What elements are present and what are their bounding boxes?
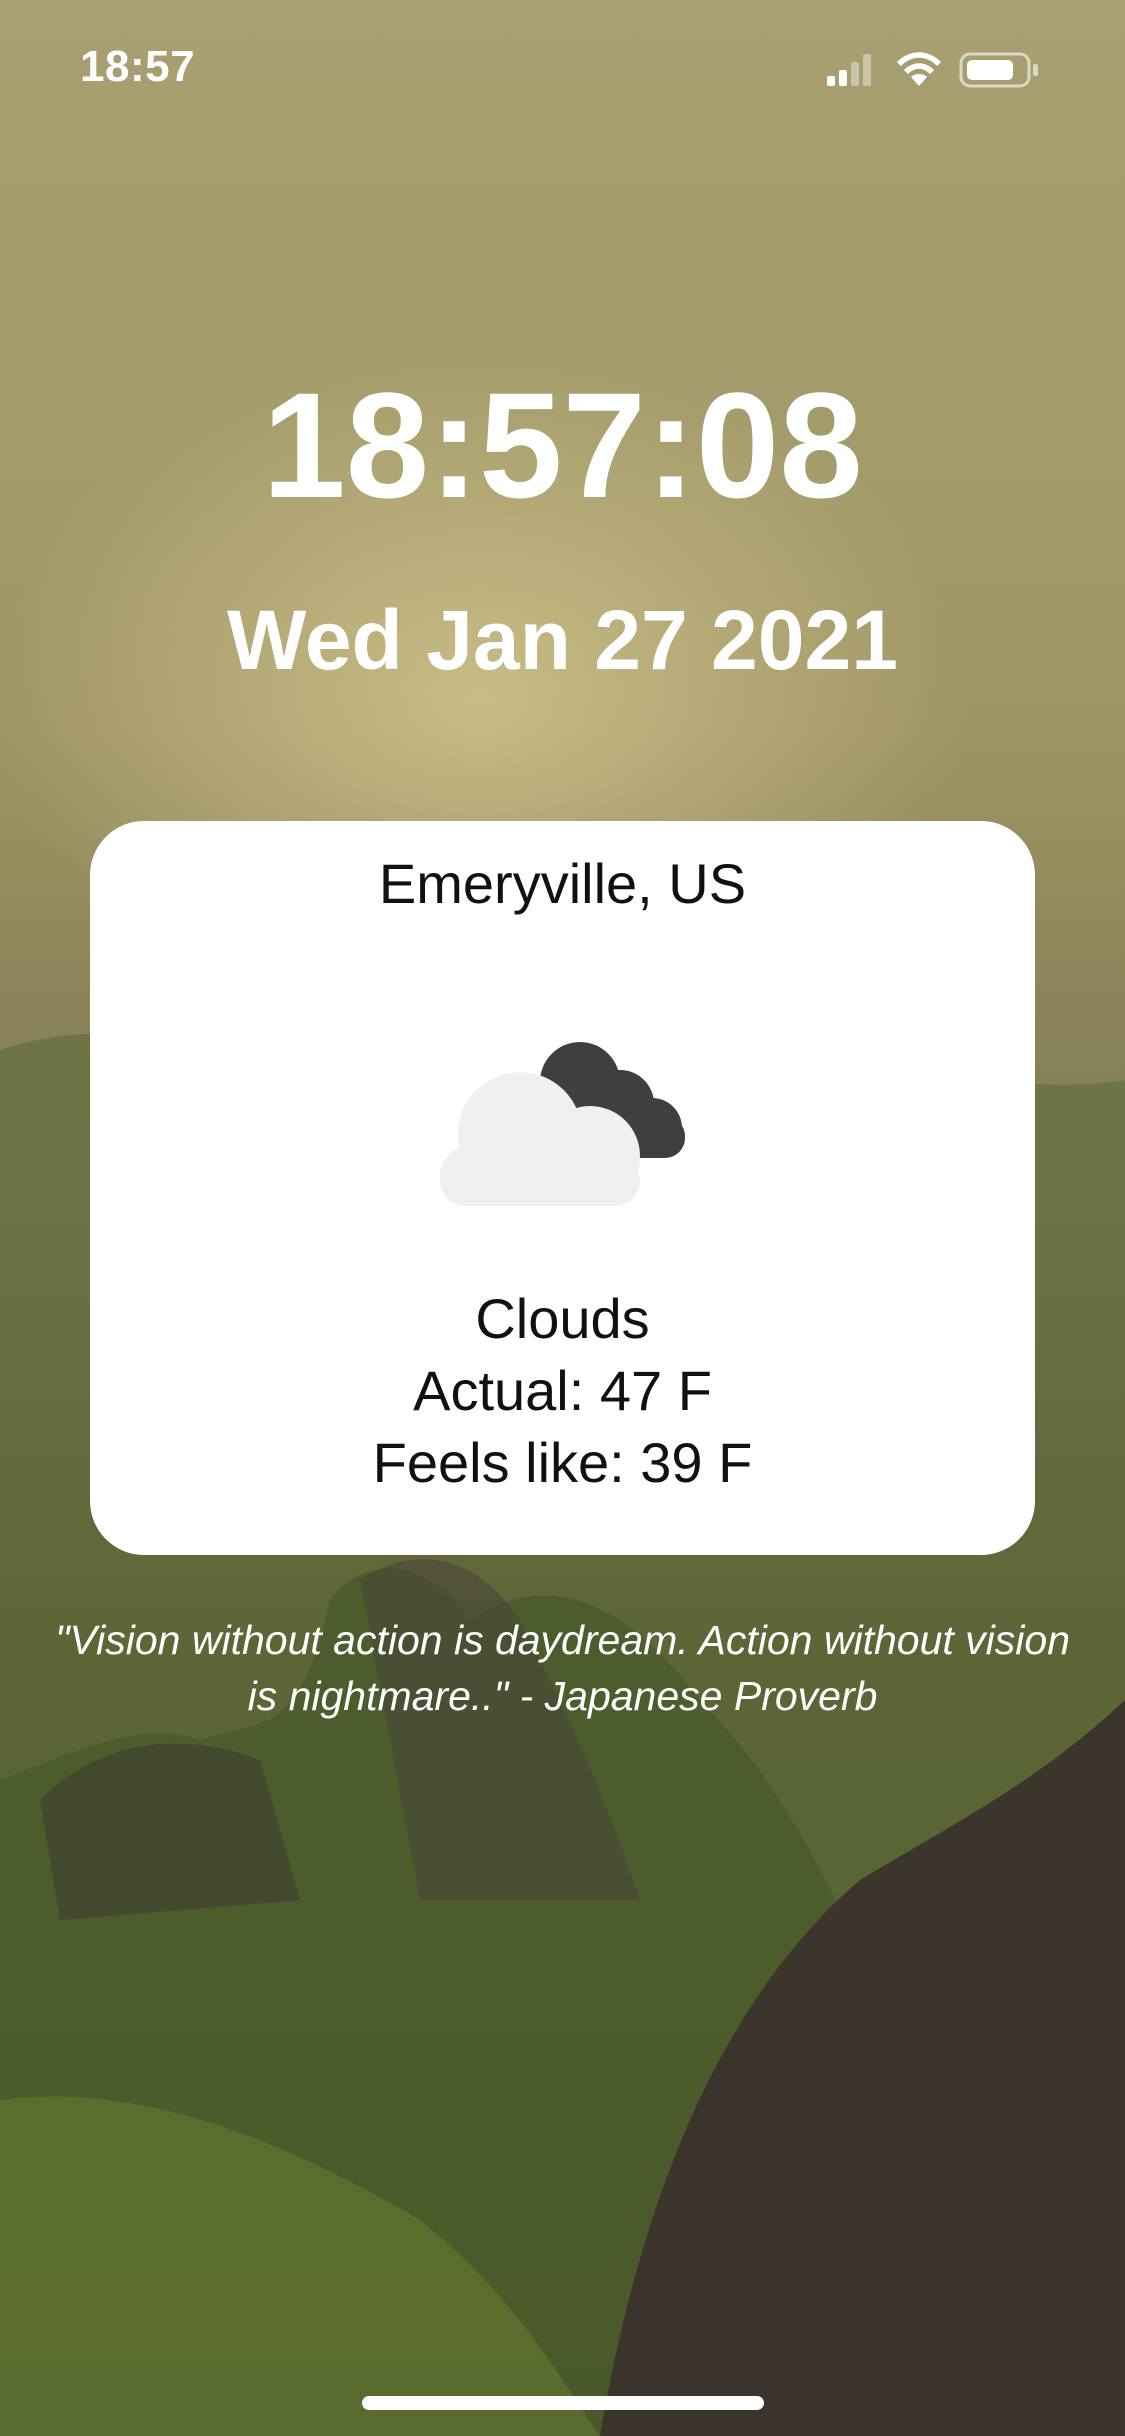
status-bar-time: 18:57 [80,42,196,91]
weather-condition: Clouds [475,1287,650,1350]
quote-text: "Vision without action is daydream. Acti… [54,1617,1070,1719]
weather-feels-like-temp: Feels like: 39 F [372,1431,753,1494]
weather-actual-temp: Actual: 47 F [413,1359,712,1422]
battery-icon [959,52,1038,88]
signal-bars-icon [827,54,871,86]
wifi-icon [897,52,941,86]
home-indicator[interactable] [362,2396,764,2410]
weather-card: Emeryville, US Clouds Actual: 47 F Feels… [90,821,1035,1555]
clock-time: 18:57:08 [262,361,863,529]
clock-date: Wed Jan 27 2021 [227,593,898,687]
status-bar-icons [827,52,1038,88]
weather-location: Emeryville, US [378,852,747,915]
clouds-icon [440,1042,685,1206]
